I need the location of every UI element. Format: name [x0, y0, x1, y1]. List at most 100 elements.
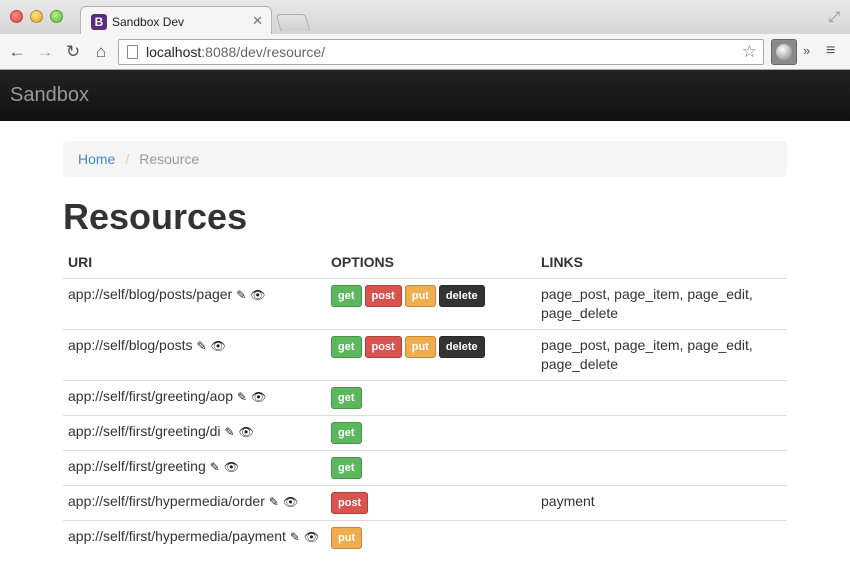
- options-cell: get: [326, 450, 536, 486]
- uri-cell: app://self/first/greeting/aop ✎ 👁: [63, 380, 326, 416]
- options-cell: get post put delete: [326, 329, 536, 381]
- address-bar[interactable]: localhost:8088/dev/resource/ ☆: [118, 39, 764, 65]
- get-button[interactable]: get: [331, 422, 362, 444]
- edit-icon[interactable]: ✎: [236, 286, 246, 305]
- post-button[interactable]: post: [364, 336, 402, 358]
- uri-cell: app://self/blog/posts ✎ 👁: [63, 329, 326, 381]
- resource-uri: app://self/first/hypermedia/order: [68, 493, 265, 509]
- table-row: app://self/first/hypermedia/payment ✎ 👁 put: [63, 520, 787, 555]
- resource-uri: app://self/first/greeting: [68, 458, 206, 474]
- eye-icon[interactable]: 👁: [283, 493, 298, 512]
- delete-button[interactable]: delete: [438, 336, 485, 358]
- edit-icon[interactable]: ✎: [210, 458, 220, 477]
- extension-globe-icon[interactable]: [771, 39, 797, 65]
- get-button[interactable]: get: [331, 285, 362, 307]
- uri-cell: app://self/first/greeting ✎ 👁: [63, 450, 326, 486]
- get-button[interactable]: get: [331, 336, 362, 358]
- options-cell: get: [326, 380, 536, 416]
- maximize-window-button[interactable]: [50, 10, 63, 23]
- links-cell: [536, 450, 787, 486]
- get-button[interactable]: get: [331, 387, 362, 409]
- edit-icon[interactable]: ✎: [237, 388, 247, 407]
- minimize-window-button[interactable]: [30, 10, 43, 23]
- links-cell: [536, 415, 787, 451]
- tab-title: Sandbox Dev: [112, 14, 185, 29]
- put-button[interactable]: put: [404, 336, 436, 358]
- options-cell: post: [326, 485, 536, 521]
- url-host: localhost: [146, 44, 202, 60]
- close-window-button[interactable]: [10, 10, 23, 23]
- menu-icon[interactable]: ≡: [826, 42, 835, 60]
- resource-uri: app://self/first/greeting/aop: [68, 388, 233, 404]
- table-row: app://self/first/greeting/di ✎ 👁 get: [63, 415, 787, 451]
- get-button[interactable]: get: [331, 457, 362, 479]
- table-row: app://self/first/hypermedia/order ✎ 👁 post p…: [63, 485, 787, 521]
- browser-tab[interactable]: B Sandbox Dev ✕: [80, 6, 272, 36]
- table-row: app://self/first/greeting ✎ 👁 get: [63, 450, 787, 486]
- uri-cell: app://self/first/greeting/di ✎ 👁: [63, 415, 326, 451]
- uri-cell: app://self/first/hypermedia/order ✎ 👁: [63, 485, 326, 521]
- edit-icon[interactable]: ✎: [225, 423, 235, 442]
- new-tab-button[interactable]: [275, 14, 311, 31]
- favicon-icon: B: [91, 13, 107, 30]
- table-body: app://self/blog/posts/pager ✎ 👁 get post put d…: [63, 278, 787, 555]
- resource-uri: app://self/blog/posts/pager: [68, 286, 233, 302]
- breadcrumb-separator: /: [125, 151, 130, 167]
- put-button[interactable]: put: [331, 527, 363, 549]
- eye-icon[interactable]: 👁: [224, 458, 239, 477]
- delete-button[interactable]: delete: [438, 285, 485, 307]
- window-controls: [10, 10, 63, 23]
- table-header-row: URI OPTIONS LINKS: [63, 246, 787, 279]
- options-cell: get: [326, 415, 536, 451]
- header-links: LINKS: [536, 246, 787, 279]
- uri-cell: app://self/first/hypermedia/payment ✎ 👁: [63, 520, 326, 555]
- table-row: app://self/first/greeting/aop ✎ 👁 get: [63, 380, 787, 416]
- browser-toolbar: ← → ↻ ⌂ localhost:8088/dev/resource/ ☆ »…: [0, 34, 850, 70]
- edit-icon[interactable]: ✎: [269, 493, 279, 512]
- breadcrumb-home-link[interactable]: Home: [78, 151, 115, 167]
- page-title: Resources: [63, 196, 248, 237]
- eye-icon[interactable]: 👁: [251, 388, 266, 407]
- resource-uri: app://self/first/greeting/di: [68, 423, 221, 439]
- links-cell: payment: [536, 485, 787, 521]
- options-cell: put: [326, 520, 536, 555]
- uri-cell: app://self/blog/posts/pager ✎ 👁: [63, 278, 326, 330]
- links-cell: page_post, page_item, page_edit, page_de…: [536, 278, 787, 330]
- home-icon[interactable]: ⌂: [90, 42, 112, 62]
- post-button[interactable]: post: [331, 492, 369, 514]
- options-cell: get post put delete: [326, 278, 536, 330]
- eye-icon[interactable]: 👁: [211, 337, 226, 356]
- browser-tabbar: B Sandbox Dev ✕ ⤢: [0, 0, 850, 36]
- fullscreen-icon[interactable]: ⤢: [829, 8, 840, 25]
- resources-table: URI OPTIONS LINKS app://self/blog/posts/…: [63, 246, 787, 555]
- reload-icon[interactable]: ↻: [62, 42, 84, 62]
- put-button[interactable]: put: [404, 285, 436, 307]
- navbar: Sandbox: [0, 70, 850, 121]
- table-row: app://self/blog/posts/pager ✎ 👁 get post put d…: [63, 278, 787, 330]
- forward-icon[interactable]: →: [34, 42, 56, 62]
- post-button[interactable]: post: [364, 285, 402, 307]
- navbar-brand[interactable]: Sandbox: [10, 84, 89, 107]
- resource-uri: app://self/blog/posts: [68, 337, 193, 353]
- main-container: Home / Resource Resources URI OPTIONS LI…: [63, 121, 787, 555]
- links-cell: page_post, page_item, page_edit, page_de…: [536, 329, 787, 381]
- bookmark-star-icon[interactable]: ☆: [742, 42, 757, 62]
- back-icon[interactable]: ←: [6, 42, 28, 62]
- eye-icon[interactable]: 👁: [304, 528, 319, 547]
- url-path: :8088/dev/resource/: [201, 44, 326, 60]
- table-row: app://self/blog/posts ✎ 👁 get post put delete p…: [63, 329, 787, 381]
- tab-close-icon[interactable]: ✕: [252, 13, 263, 29]
- page-icon: [127, 45, 138, 59]
- eye-icon[interactable]: 👁: [250, 286, 265, 305]
- header-options: OPTIONS: [326, 246, 536, 279]
- eye-icon[interactable]: 👁: [239, 423, 254, 442]
- header-uri: URI: [63, 246, 326, 279]
- breadcrumb: Home / Resource: [63, 141, 787, 177]
- edit-icon[interactable]: ✎: [290, 528, 300, 547]
- resource-uri: app://self/first/hypermedia/payment: [68, 528, 286, 544]
- breadcrumb-current: Resource: [139, 151, 200, 167]
- edit-icon[interactable]: ✎: [197, 337, 207, 356]
- links-cell: [536, 520, 787, 555]
- links-cell: [536, 380, 787, 416]
- more-extensions-icon[interactable]: »: [803, 43, 810, 58]
